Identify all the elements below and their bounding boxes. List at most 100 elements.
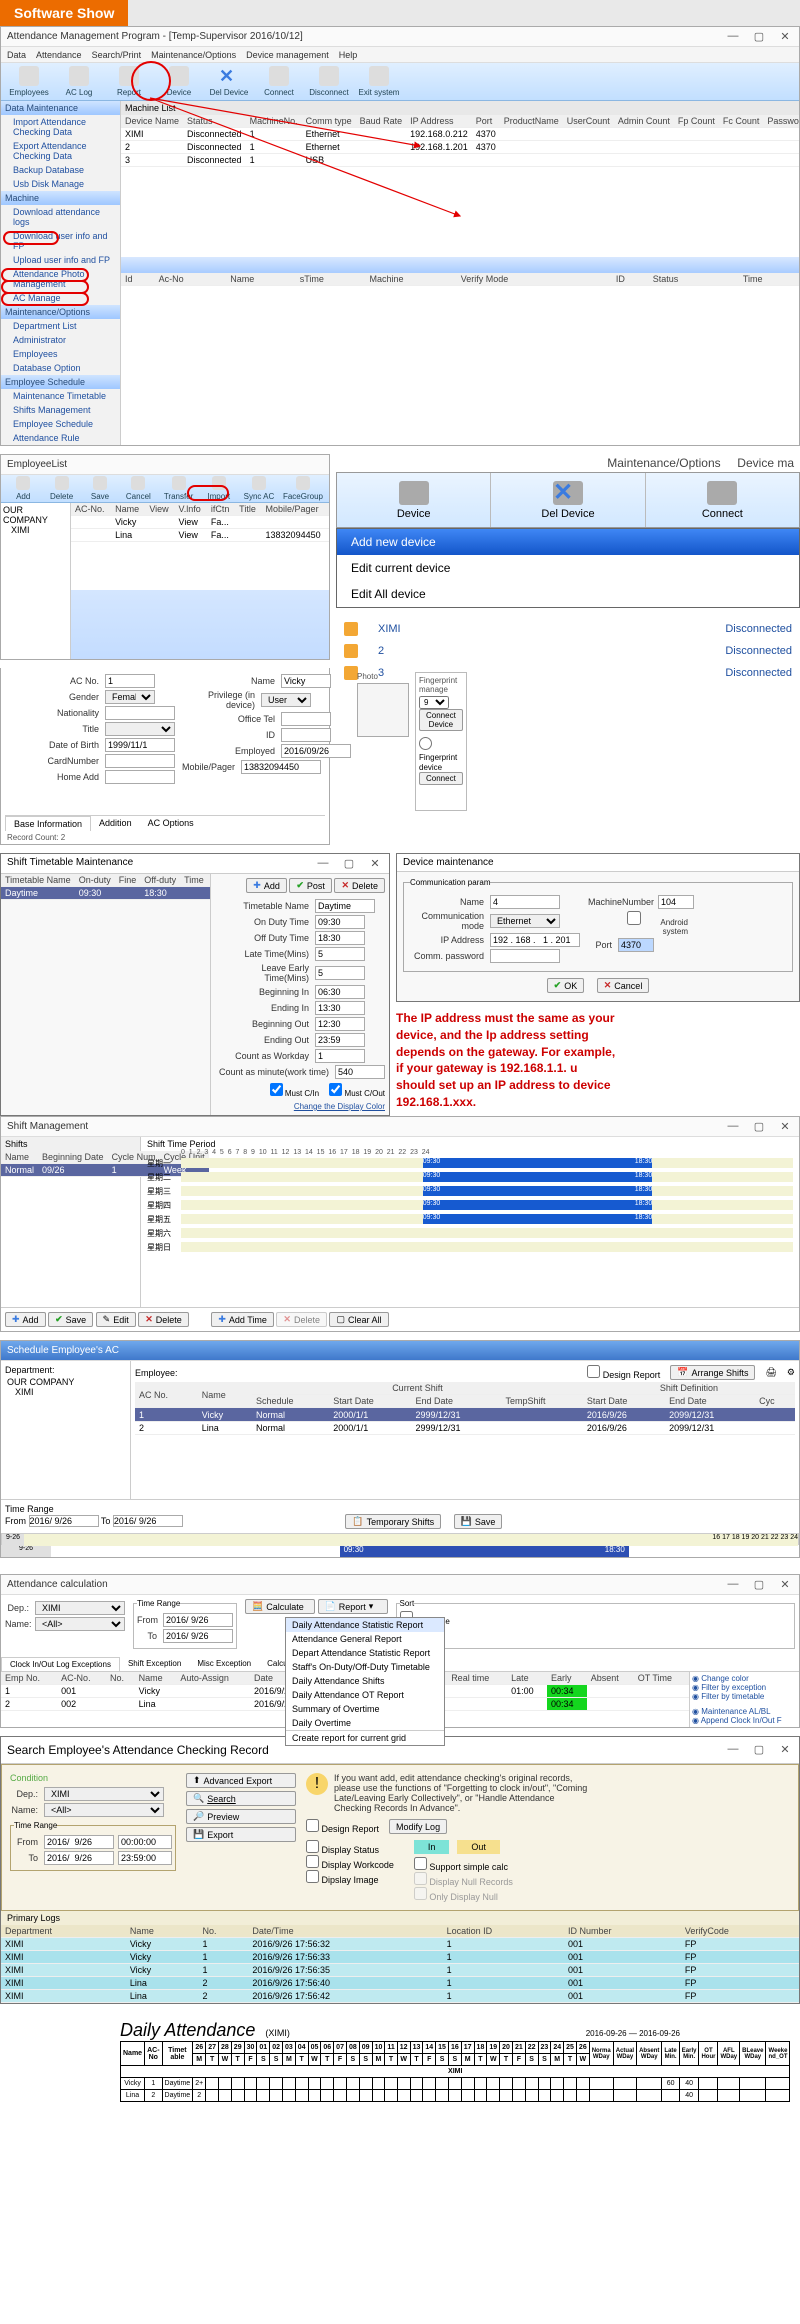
calculate-btn[interactable]: 🧮 Calculate [245,1599,315,1614]
id-input[interactable] [281,728,331,742]
tb-employees[interactable]: Employees [7,66,51,97]
close-icon[interactable]: ✕ [777,1120,793,1133]
acno-input[interactable] [105,674,155,688]
rm-daily-stat[interactable]: Daily Attendance Statistic Report [286,1618,444,1632]
sr-dep-select[interactable]: XIMI [44,1787,164,1801]
tt-add-btn[interactable]: ✚Add [246,878,287,893]
device-row-ximi[interactable]: XIMI [378,623,401,635]
tt-begin-input[interactable] [315,985,365,999]
tab-ac-options[interactable]: AC Options [140,816,202,831]
simple-calc-check[interactable] [414,1857,427,1870]
disp-status-check[interactable] [306,1840,319,1853]
menu-maintenance[interactable]: Maintenance/Options [151,50,236,60]
dm-ok-btn[interactable]: ✔OK [547,978,585,993]
sched-tree-ximi[interactable]: XIMI [7,1387,124,1397]
minimize-icon[interactable]: — [725,1120,741,1133]
tb-connect[interactable]: Connect [257,66,301,97]
minimize-icon[interactable]: — [725,1578,741,1591]
sm-save-btn[interactable]: ✔Save [48,1312,93,1327]
photo-placeholder[interactable] [357,683,409,737]
ac-dep-select[interactable]: XIMI [35,1601,125,1615]
close-icon[interactable]: ✕ [367,857,383,870]
rm-daily-ot[interactable]: Daily Attendance OT Report [286,1688,444,1702]
ac-name-select[interactable]: <All> [35,1617,125,1631]
sidenav-maint-timetable[interactable]: Maintenance Timetable [1,389,120,403]
link-maint-albl[interactable]: ◉ Maintenance AL/BL [692,1707,797,1716]
sidenav-db-option[interactable]: Database Option [1,361,120,375]
arrange-shifts-btn[interactable]: 📅 Arrange Shifts [670,1365,755,1380]
sm-addtime-btn[interactable]: ✚Add Time [211,1312,274,1327]
sm-add-btn[interactable]: ✚Add [5,1312,46,1327]
tb-aclog[interactable]: AC Log [57,66,101,97]
design-report-check2[interactable] [306,1819,319,1832]
title-select[interactable] [105,722,175,736]
design-report-check[interactable] [587,1365,600,1378]
sm-delete-btn[interactable]: ✕Delete [138,1312,189,1327]
sched-save-btn[interactable]: 💾 Save [454,1514,503,1529]
gender-select[interactable]: Female [105,690,155,704]
sm-clear-btn[interactable]: ▢ Clear All [329,1312,388,1327]
maximize-icon[interactable]: ▢ [751,1120,767,1133]
sched-tree-company[interactable]: OUR COMPANY [7,1377,124,1387]
rm-create-grid[interactable]: Create report for current grid [286,1730,444,1745]
must-cin-check[interactable] [270,1083,283,1096]
rm-depart-stat[interactable]: Depart Attendance Statistic Report [286,1646,444,1660]
sidenav-emp-schedule[interactable]: Employee Schedule [1,417,120,431]
adv-export-btn[interactable]: ⬆ Advanced Export [186,1773,296,1788]
minimize-icon[interactable]: — [315,857,331,870]
mobile-input[interactable] [241,760,321,774]
big-device-btn[interactable]: Device [337,473,491,527]
tt-delete-btn[interactable]: ✕Delete [334,878,385,893]
sched-from-input[interactable] [29,1515,99,1527]
rm-onoff[interactable]: Staff's On-Duty/Off-Duty Timetable [286,1660,444,1674]
dm-mode-select[interactable]: Ethernet [490,914,560,928]
emp-tb-transfer[interactable]: Transfer [161,476,197,501]
sr-to-date[interactable] [44,1851,114,1865]
emp-tb-delete[interactable]: Delete [45,476,77,501]
dm-edit-current[interactable]: Edit current device [337,555,799,581]
dm-edit-all[interactable]: Edit All device [337,581,799,607]
dm-add-device[interactable]: Add new device [337,529,799,555]
maximize-icon[interactable]: ▢ [751,1578,767,1591]
rm-daily-shifts[interactable]: Daily Attendance Shifts [286,1674,444,1688]
tt-endout-input[interactable] [315,1033,365,1047]
homeadd-input[interactable] [105,770,175,784]
link-filter-exc[interactable]: ◉ Filter by exception [692,1683,797,1692]
dob-input[interactable] [105,738,175,752]
menu-search-print[interactable]: Search/Print [92,50,142,60]
link-change-color[interactable]: ◉ Change color [692,1674,797,1683]
menu-help[interactable]: Help [339,50,358,60]
emp-tb-cancel[interactable]: Cancel [122,476,154,501]
tb-exit[interactable]: Exit system [357,66,401,97]
sr-to-time[interactable] [118,1851,172,1865]
dm-pwd-input[interactable] [490,949,560,963]
sidenav-download-att[interactable]: Download attendance logs [1,205,120,229]
sidenav-administrator[interactable]: Administrator [1,333,120,347]
sidenav-att-rule[interactable]: Attendance Rule [1,431,120,445]
nationality-input[interactable] [105,706,175,720]
emp-tree-ximi[interactable]: XIMI [3,525,68,535]
sr-name-select[interactable]: <All> [44,1803,164,1817]
search-btn[interactable]: 🔍 Search [186,1791,296,1806]
must-cout-check[interactable] [329,1083,342,1096]
tt-offduty-input[interactable] [315,931,365,945]
tb-device[interactable]: Device [157,66,201,97]
close-icon[interactable]: ✕ [777,30,793,43]
export-btn[interactable]: 💾 Export [186,1827,296,1842]
office-input[interactable] [281,712,331,726]
disp-workcode-check[interactable] [306,1855,319,1868]
ac-to-input[interactable] [163,1629,233,1643]
sm-edit-btn[interactable]: ✎ Edit [96,1312,136,1327]
name-input[interactable] [281,674,331,688]
emp-tree-company[interactable]: OUR COMPANY [3,505,68,525]
menu-attendance[interactable]: Attendance [36,50,82,60]
sched-to-input[interactable] [113,1515,183,1527]
sidenav-dept-list[interactable]: Department List [1,319,120,333]
print-icon[interactable]: 🖨 [765,1367,776,1378]
priv-select[interactable]: User [261,693,311,707]
sidenav-employees[interactable]: Employees [1,347,120,361]
sidenav-att-photo[interactable]: Attendance Photo Management [1,267,120,291]
dm-port-input[interactable] [618,938,654,952]
emp-tb-save[interactable]: Save [84,476,116,501]
sidenav-shifts-mgmt[interactable]: Shifts Management [1,403,120,417]
